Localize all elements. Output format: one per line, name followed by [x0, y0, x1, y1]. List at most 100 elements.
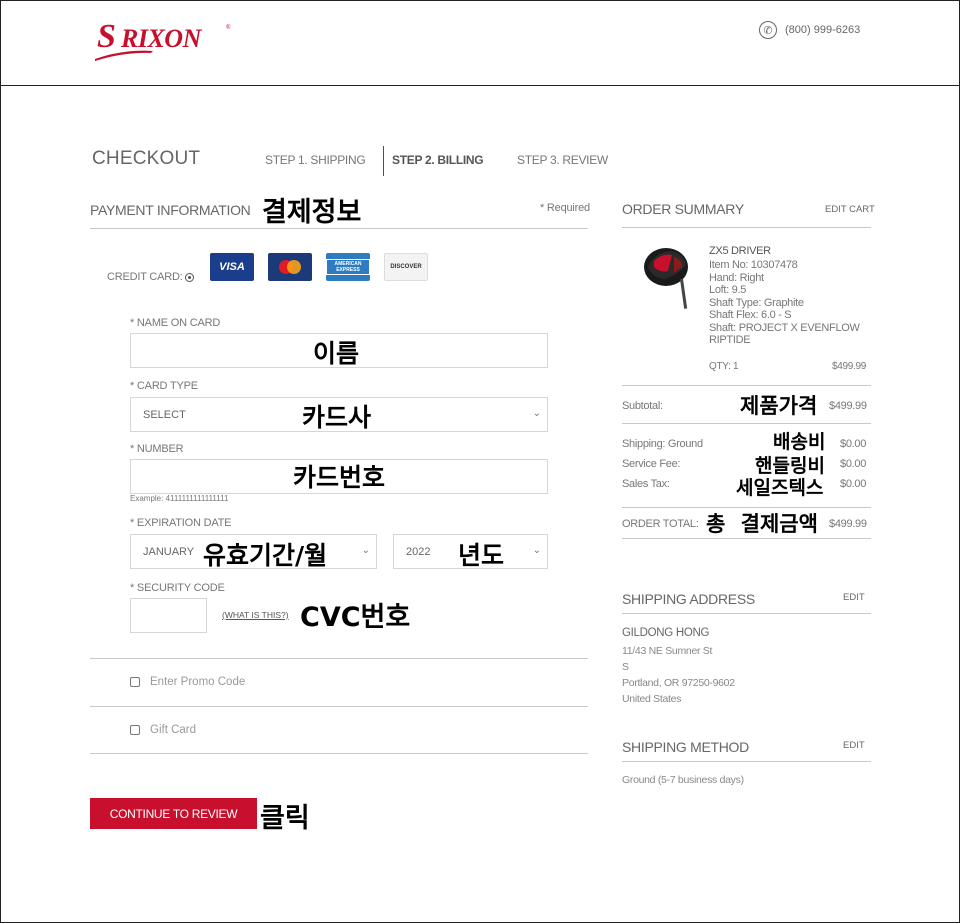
mastercard-icon [268, 253, 312, 281]
edit-method-link[interactable]: EDIT [843, 740, 865, 751]
sales-tax-value: $0.00 [840, 478, 867, 490]
card-type-annotation: 카드사 [302, 403, 372, 432]
card-number-annotation: 카드번호 [293, 463, 386, 492]
svg-text:S: S [97, 18, 115, 55]
address-line: Portland, OR 97250-9602 [622, 677, 735, 689]
exp-month-value: JANUARY [143, 545, 195, 558]
address-line: S [622, 661, 629, 673]
step-divider [383, 146, 384, 176]
continue-annotation: 클릭 [260, 803, 310, 834]
name-on-card-label: * NAME ON CARD [130, 317, 221, 329]
promo-code-option[interactable]: Enter Promo Code [130, 676, 245, 688]
card-type-value: SELECT [143, 408, 186, 421]
shipping-annotation: 배송비 [773, 431, 826, 453]
address-line: United States [622, 693, 682, 705]
phone-icon: ✆ [759, 21, 777, 39]
svg-text:RIXON: RIXON [120, 24, 203, 53]
site-header: S RIXON ® ✆ (800) 999-6263 [1, 1, 959, 86]
security-code-annotation: CVC번호 [300, 602, 411, 633]
phone-number: (800) 999-6263 [785, 24, 861, 36]
divider [622, 761, 871, 762]
continue-to-review-button[interactable]: CONTINUE TO REVIEW [90, 798, 257, 829]
exp-year-annotation: 년도 [458, 541, 505, 570]
product-image[interactable] [640, 245, 696, 316]
promo-code-label: Enter Promo Code [150, 676, 246, 688]
product-name[interactable]: ZX5 DRIVER [709, 245, 771, 258]
page-title: CHECKOUT [92, 148, 201, 169]
product-qty: QTY: 1 [709, 361, 739, 372]
subtotal-label: Subtotal: [622, 400, 663, 412]
edit-cart-link[interactable]: EDIT CART [825, 204, 875, 215]
order-summary-title: ORDER SUMMARY [622, 201, 744, 217]
address-line: 11/43 NE Sumner St [622, 645, 713, 657]
shipping-address-title: SHIPPING ADDRESS [622, 591, 755, 607]
product-detail: Shaft: PROJECT X EVENFLOW [709, 321, 860, 334]
shipping-name: GILDONG HONG [622, 627, 710, 639]
sales-tax-label: Sales Tax: [622, 478, 670, 490]
gift-card-label: Gift Card [150, 724, 197, 736]
tax-annotation: 세일즈텍스 [736, 477, 824, 499]
visa-card-icon: VISA [210, 253, 254, 281]
shipping-method-title: SHIPPING METHOD [622, 739, 749, 755]
credit-card-option[interactable]: CREDIT CARD: [107, 271, 194, 283]
product-detail: RIPTIDE [709, 334, 751, 346]
exp-year-value: 2022 [406, 545, 431, 558]
radio-selected-icon[interactable] [184, 272, 194, 282]
chevron-down-icon: ⌄ [532, 545, 541, 556]
divider [622, 423, 871, 424]
subtotal-annotation: 제품가격 [740, 394, 818, 418]
exp-month-annotation: 유효기간/월 [203, 541, 328, 570]
payment-annotation: 결제정보 [262, 197, 362, 228]
divider [622, 227, 871, 228]
what-is-this-link[interactable]: (WHAT IS THIS?) [222, 610, 289, 620]
required-note: * Required [540, 202, 590, 214]
divider [622, 538, 871, 539]
promo-checkbox[interactable] [130, 677, 140, 687]
product-detail: Shaft Flex: 6.0 - S [709, 309, 792, 321]
svg-text:®: ® [226, 24, 231, 31]
srixon-logo[interactable]: S RIXON ® [93, 13, 233, 68]
divider [622, 613, 871, 614]
security-code-input[interactable] [130, 598, 207, 633]
payment-section-title: PAYMENT INFORMATION [90, 202, 251, 218]
service-fee-value: $0.00 [840, 458, 867, 470]
divider [90, 658, 588, 659]
name-annotation: 이름 [313, 339, 360, 368]
order-total-value: $499.99 [829, 518, 867, 530]
product-details: Item No: 10307478 Hand: Right Loft: 9.5 … [709, 259, 860, 347]
shipping-fee-label: Shipping: Ground [622, 438, 703, 450]
gift-card-checkbox[interactable] [130, 725, 140, 735]
shipping-address-lines: 11/43 NE Sumner St S Portland, OR 97250-… [622, 643, 735, 707]
step-shipping[interactable]: STEP 1. SHIPPING [265, 153, 366, 167]
phone-contact[interactable]: ✆ (800) 999-6263 [759, 21, 860, 39]
product-price: $499.99 [832, 361, 867, 372]
subtotal-value: $499.99 [829, 400, 867, 412]
shipping-fee-value: $0.00 [840, 438, 867, 450]
discover-card-icon: DISCOVER [384, 253, 428, 281]
divider [90, 228, 588, 229]
credit-card-label: CREDIT CARD: [107, 271, 183, 283]
order-total-label: ORDER TOTAL: [622, 518, 699, 530]
step-review[interactable]: STEP 3. REVIEW [517, 153, 608, 167]
divider [90, 706, 588, 707]
product-detail: Item No: 10307478 [709, 259, 798, 271]
card-type-label: * CARD TYPE [130, 380, 198, 392]
divider [90, 753, 588, 754]
gift-card-option[interactable]: Gift Card [130, 724, 196, 736]
service-fee-label: Service Fee: [622, 458, 681, 470]
product-detail: Shaft Type: Graphite [709, 296, 804, 309]
shipping-method-value: Ground (5-7 business days) [622, 774, 744, 786]
total-annotation: 총 결제금액 [706, 512, 818, 536]
product-detail: Loft: 9.5 [709, 284, 747, 296]
edit-address-link[interactable]: EDIT [843, 592, 865, 603]
product-detail: Hand: Right [709, 271, 764, 284]
card-number-example: Example: 4111111111111111 [130, 494, 229, 503]
card-number-label: * NUMBER [130, 443, 184, 455]
step-billing[interactable]: STEP 2. BILLING [392, 153, 484, 167]
divider [622, 385, 871, 386]
security-code-label: * SECURITY CODE [130, 582, 225, 594]
chevron-down-icon: ⌄ [532, 408, 541, 419]
expiration-label: * EXPIRATION DATE [130, 517, 232, 529]
chevron-down-icon: ⌄ [361, 545, 370, 556]
amex-card-icon: AMERICAN EXPRESS [326, 253, 370, 281]
